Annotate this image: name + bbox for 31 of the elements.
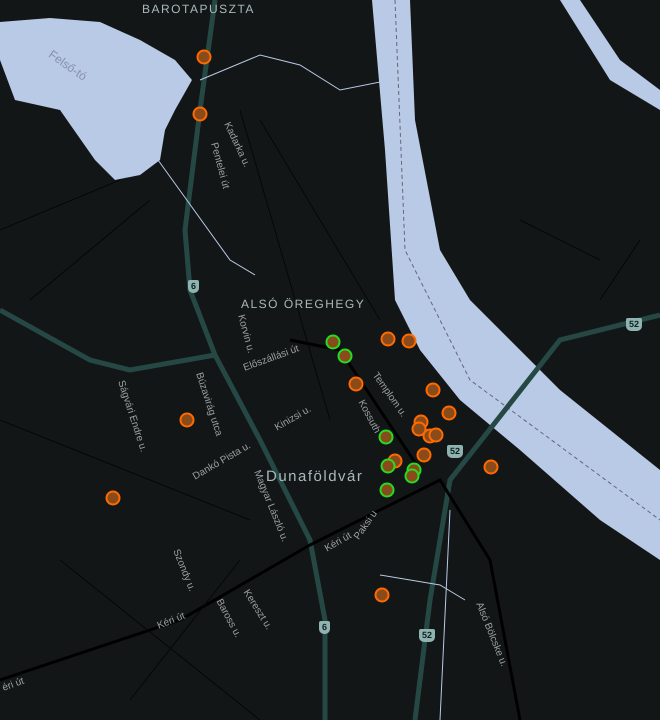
- map-marker[interactable]: [380, 482, 394, 498]
- map-marker[interactable]: [426, 382, 440, 398]
- road-shield: 6: [319, 621, 330, 634]
- map-marker[interactable]: [378, 430, 394, 444]
- map-marker[interactable]: [380, 332, 396, 346]
- street-label: Ságvári Endre u.: [115, 379, 148, 454]
- street-label: Kéri út: [324, 531, 354, 554]
- road-shield: 52: [419, 629, 436, 642]
- map-marker[interactable]: [180, 412, 194, 428]
- map-marker[interactable]: [338, 348, 352, 364]
- place-label: ALSÓ ÖREGHEGY: [241, 298, 366, 310]
- map-marker[interactable]: [196, 50, 212, 64]
- road-shield: 52: [626, 318, 642, 331]
- map-marker[interactable]: [484, 460, 498, 474]
- street-label: Kéri út: [156, 612, 187, 632]
- place-label: BAROTAPUSZTA: [142, 3, 255, 15]
- map-marker[interactable]: [348, 376, 364, 392]
- road-shield: 52: [447, 445, 464, 458]
- map-marker[interactable]: [416, 448, 432, 462]
- map-marker[interactable]: [404, 468, 420, 484]
- street-label: Szondy u.: [170, 548, 196, 594]
- map-marker[interactable]: [374, 588, 390, 602]
- road-shield: 6: [188, 280, 200, 293]
- map-marker[interactable]: [442, 406, 456, 420]
- map-marker[interactable]: [380, 458, 396, 474]
- map-marker[interactable]: [192, 106, 208, 122]
- street-label: éri út: [1, 676, 26, 694]
- map-marker[interactable]: [326, 334, 340, 350]
- map-marker[interactable]: [106, 490, 120, 506]
- map-marker[interactable]: [402, 334, 416, 348]
- map-marker[interactable]: [428, 428, 444, 442]
